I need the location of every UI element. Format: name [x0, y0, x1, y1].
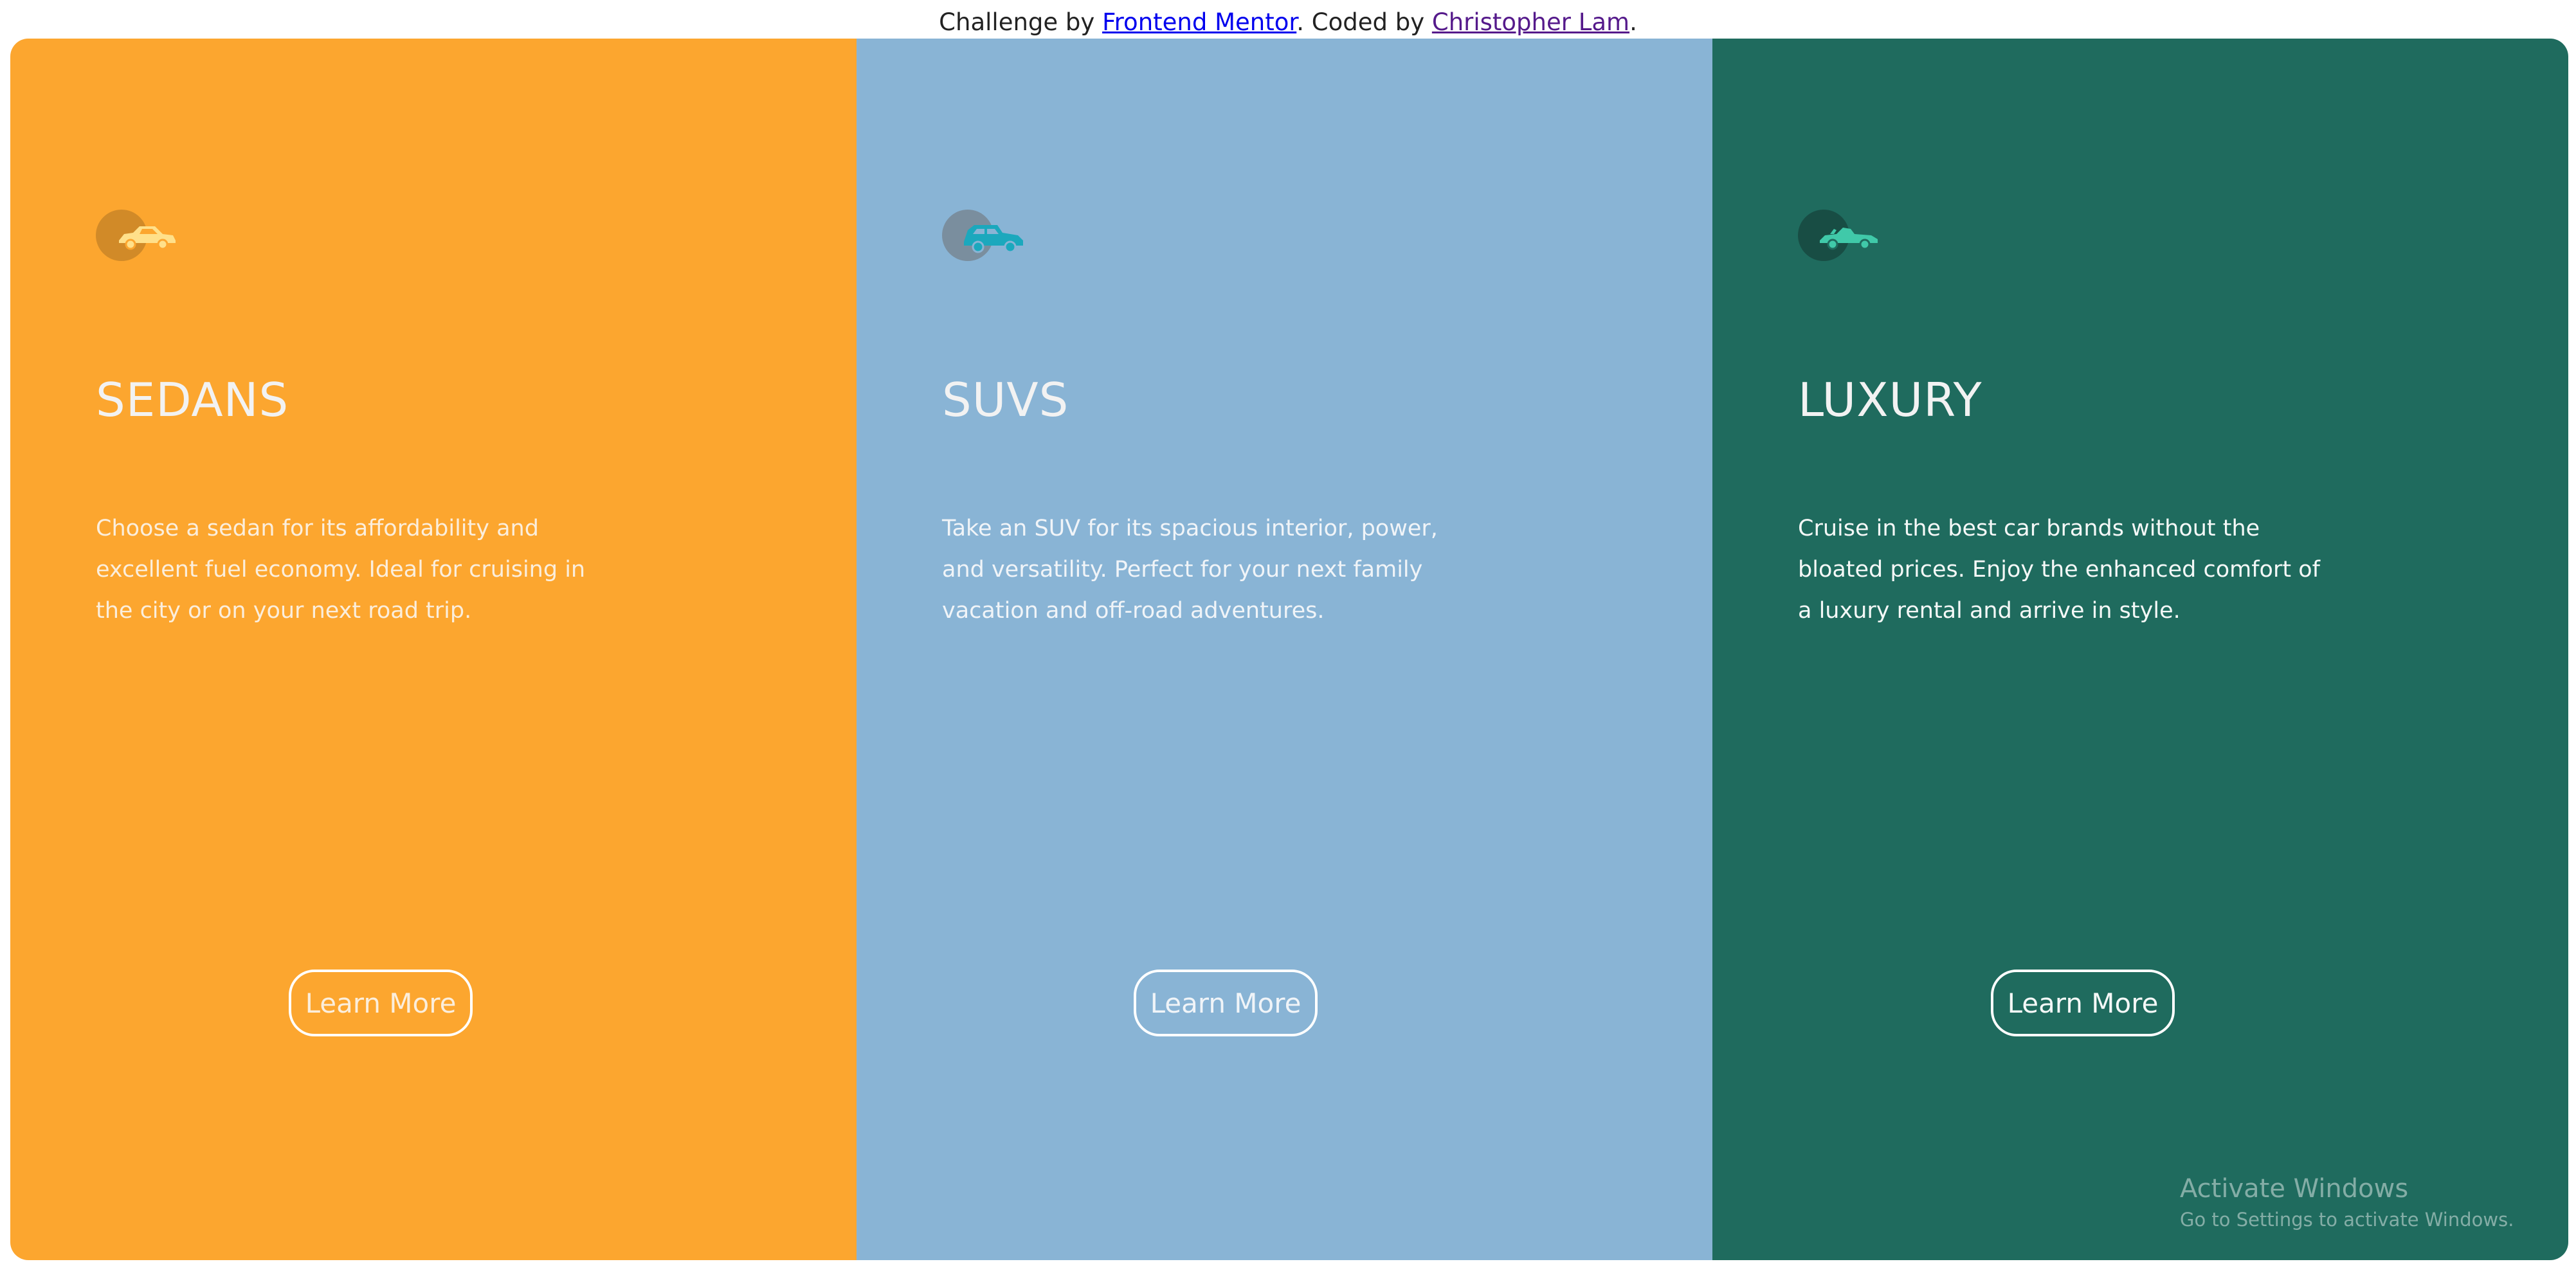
attribution-middle: . Coded by: [1296, 8, 1432, 36]
suv-icon: [942, 210, 1032, 261]
frontend-mentor-link[interactable]: Frontend Mentor: [1102, 8, 1296, 36]
card-suvs: SUVS Take an SUV for its spacious interi…: [857, 39, 1712, 1260]
attribution: Challenge by Frontend Mentor. Coded by C…: [0, 0, 2576, 39]
card-description: Choose a sedan for its affordability and…: [96, 516, 586, 624]
learn-more-button[interactable]: Learn More: [1991, 970, 2175, 1036]
watermark-title: Activate Windows: [2180, 1174, 2409, 1204]
author-link[interactable]: Christopher Lam: [1432, 8, 1629, 36]
card-title: SUVS: [942, 373, 1069, 427]
card-luxury: LUXURY Cruise in the best car brands wit…: [1712, 39, 2568, 1260]
attribution-suffix: .: [1629, 8, 1637, 36]
learn-more-button[interactable]: Learn More: [289, 970, 473, 1036]
learn-more-button[interactable]: Learn More: [1134, 970, 1318, 1036]
card-sedans: SEDANS Choose a sedan for its affordabil…: [10, 39, 857, 1260]
activate-windows-watermark: Activate Windows Go to Settings to activ…: [2180, 1174, 2514, 1231]
watermark-subtitle: Go to Settings to activate Windows.: [2180, 1209, 2514, 1231]
card-title: SEDANS: [96, 373, 289, 427]
card-group: SEDANS Choose a sedan for its affordabil…: [10, 39, 2568, 1260]
attribution-prefix: Challenge by: [939, 8, 1103, 36]
luxury-car-icon: [1798, 210, 1888, 261]
card-title: LUXURY: [1798, 373, 1982, 427]
card-description: Cruise in the best car brands without th…: [1798, 516, 2320, 624]
sedan-icon: [96, 210, 186, 261]
card-description: Take an SUV for its spacious interior, p…: [942, 516, 1438, 624]
